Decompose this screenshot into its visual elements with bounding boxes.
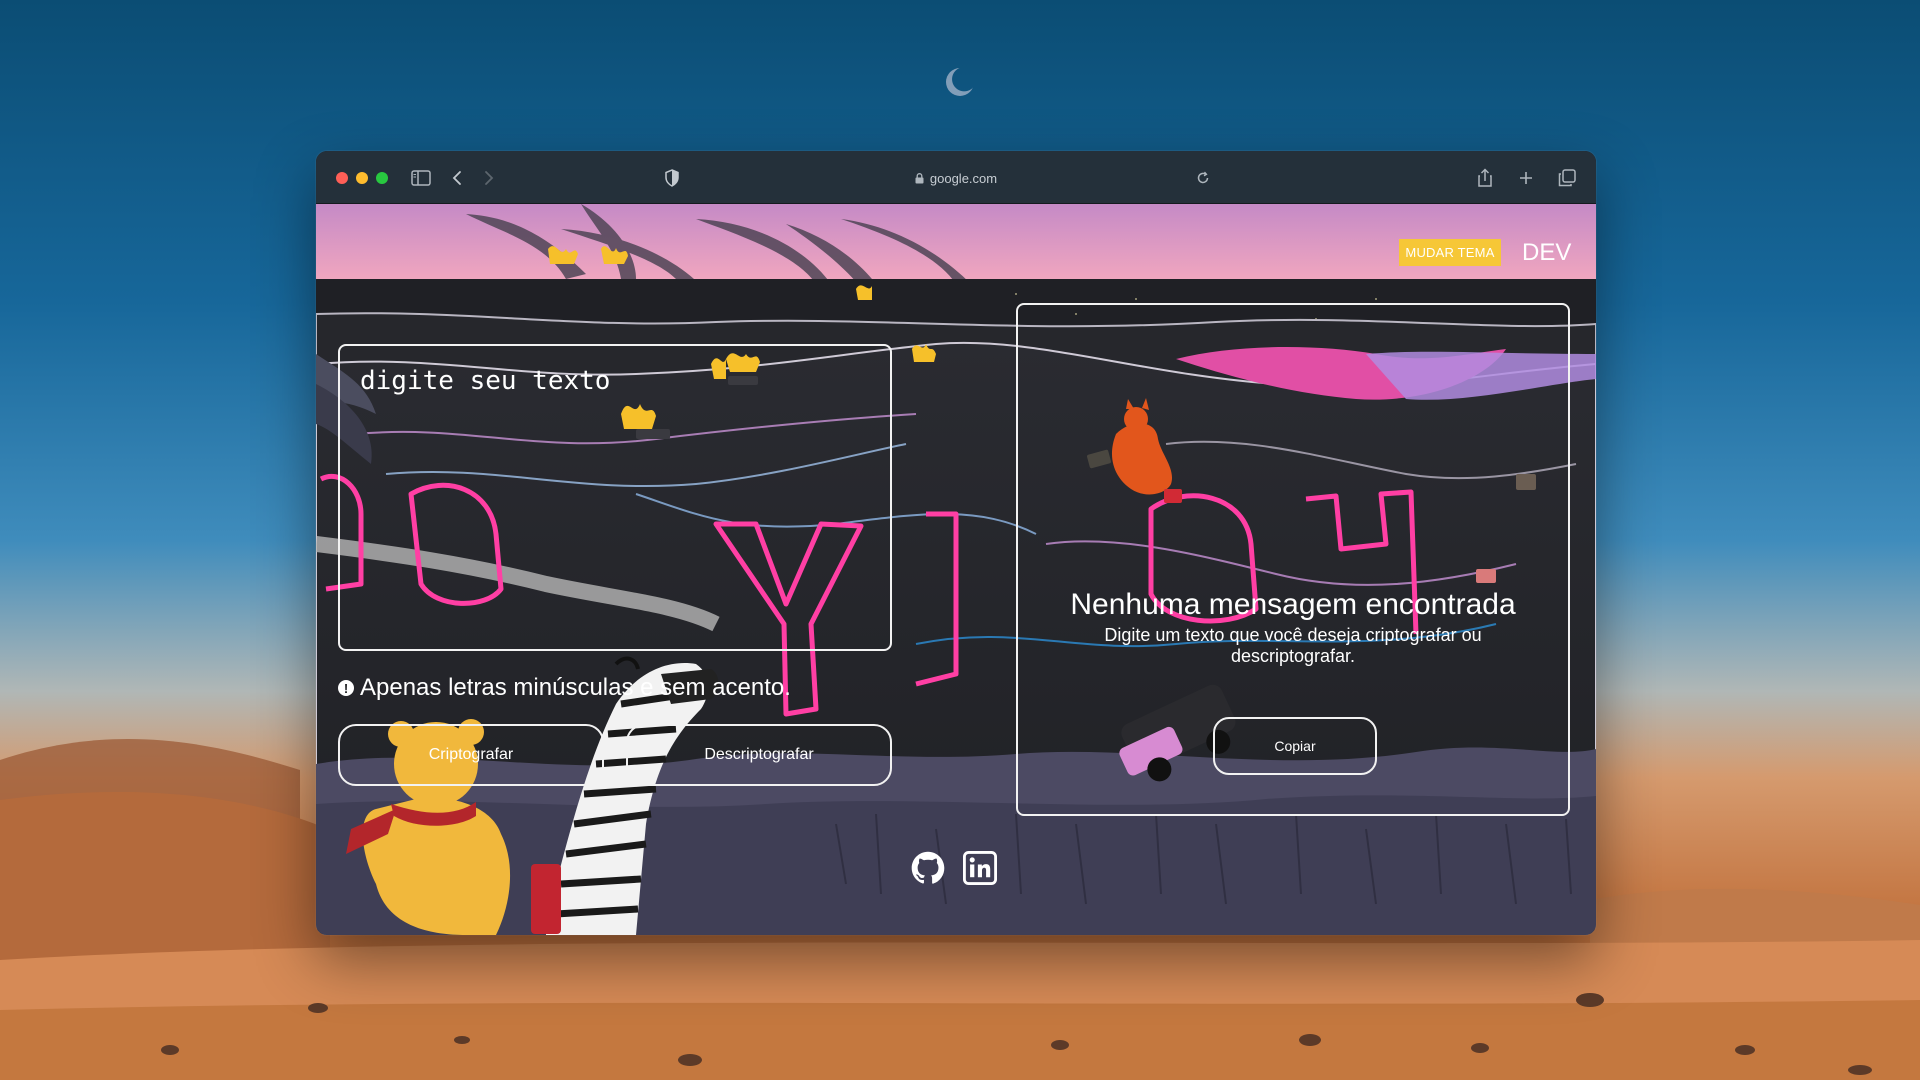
- forward-icon[interactable]: [478, 167, 500, 189]
- address-bar[interactable]: google.com: [856, 167, 1056, 189]
- message-input[interactable]: digite seu texto: [338, 344, 892, 651]
- url-text: google.com: [929, 170, 998, 186]
- github-icon[interactable]: [909, 849, 947, 887]
- reload-icon[interactable]: [1192, 167, 1214, 189]
- change-theme-button[interactable]: MUDAR TEMA: [1399, 239, 1501, 266]
- moon: [946, 68, 974, 96]
- input-hint-text: Apenas letras minúsculas e sem acento.: [360, 674, 791, 701]
- share-icon[interactable]: [1474, 167, 1496, 189]
- browser-toolbar: google.com: [316, 151, 1596, 204]
- output-title: Nenhuma mensagem encontrada: [1070, 588, 1516, 621]
- new-tab-icon[interactable]: [1515, 167, 1537, 189]
- shield-icon[interactable]: [661, 167, 683, 189]
- output-subtitle: Digite um texto que você deseja criptogr…: [1104, 625, 1482, 666]
- brand-logo: DEV: [1522, 239, 1572, 266]
- minimize-window-button[interactable]: [356, 172, 368, 184]
- exclamation-icon: !: [338, 680, 354, 696]
- linkedin-icon[interactable]: [961, 849, 999, 887]
- page-content: MUDAR TEMA DEV digite seu texto ! Apenas…: [316, 204, 1596, 935]
- message-input-placeholder: digite seu texto: [360, 366, 611, 396]
- tabs-overview-icon[interactable]: [1556, 167, 1578, 189]
- close-window-button[interactable]: [336, 172, 348, 184]
- lock-icon: [915, 172, 924, 183]
- back-icon[interactable]: [446, 167, 468, 189]
- browser-window: google.com MUDAR TEMA DEV digite seu tex…: [316, 151, 1596, 935]
- sidebar-icon[interactable]: [410, 167, 432, 189]
- output-panel: Nenhuma mensagem encontrada Digite um te…: [1016, 303, 1570, 816]
- encrypt-button[interactable]: Criptografar: [338, 724, 604, 786]
- fullscreen-window-button[interactable]: [376, 172, 388, 184]
- input-hint: ! Apenas letras minúsculas e sem acento.: [338, 674, 791, 702]
- copy-button[interactable]: Copiar: [1213, 717, 1377, 775]
- decrypt-button[interactable]: Descriptografar: [626, 724, 892, 786]
